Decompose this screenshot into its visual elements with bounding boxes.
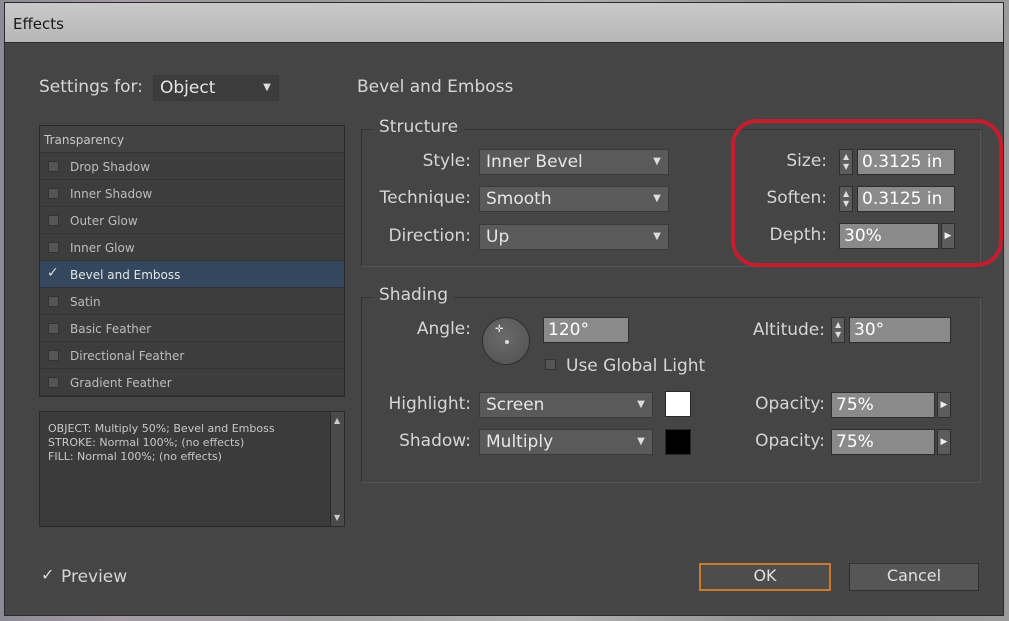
list-item-label: Inner Glow bbox=[70, 241, 135, 255]
highlight-opacity-label: Opacity: bbox=[755, 394, 825, 414]
list-item-satin[interactable]: Satin bbox=[40, 288, 344, 315]
list-item-inner-glow[interactable]: Inner Glow bbox=[40, 234, 344, 261]
stepper-up-icon[interactable]: ▲ bbox=[835, 321, 841, 329]
list-item-label: Drop Shadow bbox=[70, 160, 151, 174]
style-value: Inner Bevel bbox=[486, 152, 583, 172]
cancel-button[interactable]: Cancel bbox=[849, 563, 979, 591]
list-item-label: Basic Feather bbox=[70, 322, 152, 336]
checkbox[interactable] bbox=[48, 161, 59, 172]
list-item-directional-feather[interactable]: Directional Feather bbox=[40, 342, 344, 369]
checkmark-icon: ✓ bbox=[41, 565, 55, 584]
technique-value: Smooth bbox=[486, 189, 552, 209]
summary-scrollbar[interactable]: ▲ ▼ bbox=[330, 412, 344, 526]
chevron-down-icon: ▼ bbox=[653, 231, 661, 242]
global-light-label: Use Global Light bbox=[566, 356, 706, 376]
list-item-outer-glow[interactable]: Outer Glow bbox=[40, 207, 344, 234]
chevron-down-icon: ▼ bbox=[653, 156, 661, 167]
style-dropdown[interactable]: Inner Bevel ▼ bbox=[479, 149, 669, 175]
angle-dial[interactable]: ✛ bbox=[482, 317, 530, 365]
list-item-gradient-feather[interactable]: Gradient Feather bbox=[40, 369, 344, 396]
angle-input[interactable]: 120° bbox=[543, 317, 629, 343]
shadow-mode-dropdown[interactable]: Multiply ▼ bbox=[479, 429, 653, 455]
list-item-label: Bevel and Emboss bbox=[70, 268, 181, 282]
summary-line: FILL: Normal 100%; (no effects) bbox=[48, 450, 222, 463]
stepper-down-icon[interactable]: ▼ bbox=[835, 331, 841, 339]
list-item-bevel-and-emboss[interactable]: ✓ Bevel and Emboss bbox=[40, 261, 344, 288]
annotation-ring bbox=[731, 119, 1003, 267]
summary-line: STROKE: Normal 100%; (no effects) bbox=[48, 436, 245, 449]
highlight-label: Highlight: bbox=[388, 394, 471, 414]
technique-dropdown[interactable]: Smooth ▼ bbox=[479, 186, 669, 212]
highlight-opacity-arrow-icon[interactable]: ▶ bbox=[937, 392, 951, 418]
scroll-down-icon[interactable]: ▼ bbox=[334, 513, 340, 522]
highlight-opacity-input[interactable]: 75% bbox=[831, 392, 935, 418]
angle-label: Angle: bbox=[416, 319, 471, 339]
settings-for-dropdown[interactable]: Object ▼ bbox=[153, 75, 279, 101]
checkbox[interactable] bbox=[48, 296, 59, 307]
highlight-color-swatch[interactable] bbox=[665, 391, 691, 417]
direction-value: Up bbox=[486, 227, 510, 247]
shadow-color-swatch[interactable] bbox=[665, 429, 691, 455]
list-item-label: Inner Shadow bbox=[70, 187, 153, 201]
shadow-label: Shadow: bbox=[399, 431, 471, 451]
checkbox[interactable] bbox=[48, 215, 59, 226]
global-light-checkbox[interactable] bbox=[545, 359, 556, 370]
shading-title: Shading bbox=[373, 285, 455, 305]
dial-center-dot bbox=[505, 340, 509, 344]
checkmark-icon[interactable]: ✓ bbox=[47, 265, 59, 281]
summary-line: OBJECT: Multiply 50%; Bevel and Emboss bbox=[48, 422, 275, 435]
list-header-transparency[interactable]: Transparency bbox=[40, 126, 344, 153]
list-item-label: Outer Glow bbox=[70, 214, 138, 228]
shadow-opacity-arrow-icon[interactable]: ▶ bbox=[937, 429, 951, 455]
chevron-down-icon: ▼ bbox=[263, 82, 271, 93]
crosshair-icon: ✛ bbox=[495, 324, 504, 335]
highlight-mode-dropdown[interactable]: Screen ▼ bbox=[479, 392, 653, 418]
checkbox[interactable] bbox=[48, 323, 59, 334]
highlight-mode-value: Screen bbox=[486, 395, 545, 415]
chevron-down-icon: ▼ bbox=[653, 193, 661, 204]
altitude-input[interactable]: 30° bbox=[849, 317, 951, 343]
direction-dropdown[interactable]: Up ▼ bbox=[479, 224, 669, 250]
technique-label: Technique: bbox=[379, 188, 471, 208]
effects-summary: OBJECT: Multiply 50%; Bevel and Emboss S… bbox=[39, 411, 345, 527]
window-title: Effects bbox=[5, 3, 1003, 43]
effects-list: Transparency Drop Shadow Inner Shadow Ou… bbox=[39, 125, 345, 397]
settings-for-label: Settings for: bbox=[39, 77, 143, 97]
panel-title: Bevel and Emboss bbox=[357, 77, 514, 97]
list-item-inner-shadow[interactable]: Inner Shadow bbox=[40, 180, 344, 207]
list-item-label: Directional Feather bbox=[70, 349, 185, 363]
checkbox[interactable] bbox=[48, 377, 59, 388]
settings-for-value: Object bbox=[160, 78, 216, 98]
style-label: Style: bbox=[422, 151, 471, 171]
shadow-mode-value: Multiply bbox=[486, 432, 554, 452]
preview-checkbox[interactable]: ✓ Preview bbox=[41, 565, 151, 589]
preview-label: Preview bbox=[61, 567, 128, 587]
ok-button[interactable]: OK bbox=[699, 563, 831, 591]
list-item-drop-shadow[interactable]: Drop Shadow bbox=[40, 153, 344, 180]
list-item-label: Satin bbox=[70, 295, 101, 309]
chevron-down-icon: ▼ bbox=[637, 399, 645, 410]
altitude-stepper[interactable]: ▲ ▼ bbox=[831, 317, 845, 343]
scroll-up-icon[interactable]: ▲ bbox=[334, 416, 340, 425]
altitude-label: Altitude: bbox=[752, 320, 825, 340]
dialog-body: Settings for: Object ▼ Transparency Drop… bbox=[15, 47, 1003, 609]
list-item-label: Gradient Feather bbox=[70, 376, 172, 390]
checkbox[interactable] bbox=[48, 350, 59, 361]
checkbox[interactable] bbox=[48, 188, 59, 199]
chevron-down-icon: ▼ bbox=[637, 436, 645, 447]
shadow-opacity-input[interactable]: 75% bbox=[831, 429, 935, 455]
structure-title: Structure bbox=[373, 117, 465, 137]
checkbox[interactable] bbox=[48, 242, 59, 253]
list-item-basic-feather[interactable]: Basic Feather bbox=[40, 315, 344, 342]
shadow-opacity-label: Opacity: bbox=[755, 431, 825, 451]
direction-label: Direction: bbox=[388, 226, 471, 246]
effects-dialog: Effects Settings for: Object ▼ Transpare… bbox=[4, 2, 1004, 616]
